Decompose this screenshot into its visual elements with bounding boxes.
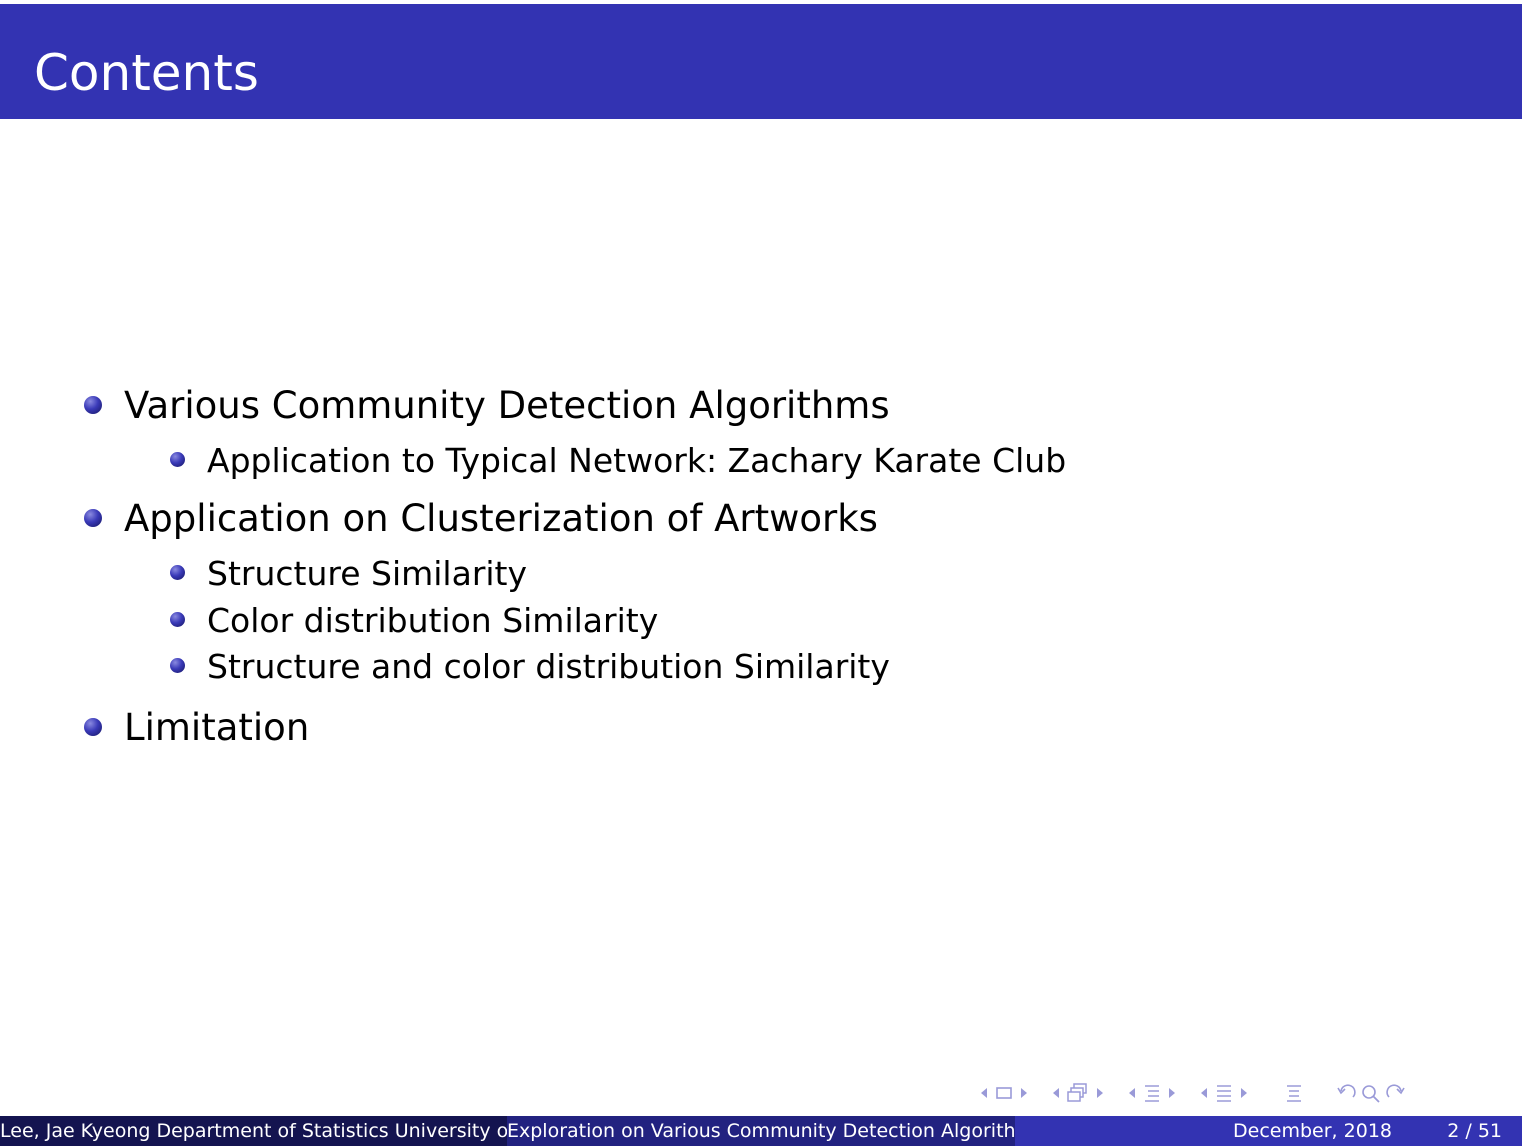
bullet-icon [170,565,185,580]
nav-next-subsection-icon[interactable] [1163,1083,1181,1103]
bullet-icon [170,658,185,673]
bullet-icon [84,395,102,414]
nav-prev-section-icon[interactable] [1195,1083,1213,1103]
footer-author: Lee, Jae Kyeong Department of Statistics… [0,1120,507,1142]
nav-next-section-icon[interactable] [1235,1083,1253,1103]
toc-item[interactable]: Application on Clusterization of Artwork… [84,497,878,541]
toc-item-label: Application on Clusterization of Artwork… [124,497,878,540]
toc-subitem-label: Color distribution Similarity [207,601,659,640]
nav-back-icon[interactable] [1335,1082,1359,1104]
footer-author-segment: Lee, Jae Kyeong Department of Statistics… [0,1116,507,1146]
nav-frame-icon[interactable] [1065,1082,1091,1104]
nav-search-icon[interactable] [1359,1082,1383,1104]
toc-subitem[interactable]: Structure and color distribution Similar… [170,647,890,687]
nav-prev-subsection-icon[interactable] [1123,1083,1141,1103]
toc-item-label: Various Community Detection Algorithms [124,384,890,427]
toc-subitem-label: Structure and color distribution Similar… [207,647,890,686]
footer-page-number: 2 / 51 [1447,1120,1502,1142]
beamer-navigation [975,1080,1407,1106]
footer: Lee, Jae Kyeong Department of Statistics… [0,1116,1522,1146]
footer-short-title: Exploration on Various Community Detecti… [507,1120,1015,1142]
toc-subitem-label: Application to Typical Network: Zachary … [207,441,1067,480]
bullet-icon [170,452,185,467]
bullet-icon [84,717,102,736]
footer-date: December, 2018 [1233,1120,1392,1142]
nav-prev-slide-icon[interactable] [975,1083,993,1103]
bullet-icon [84,508,102,527]
nav-section-icon[interactable] [1213,1082,1235,1104]
toc-subitem-label: Structure Similarity [207,554,528,593]
footer-date-segment: December, 2018 2 / 51 [1015,1116,1522,1146]
nav-prev-frame-icon[interactable] [1047,1083,1065,1103]
toc-item[interactable]: Various Community Detection Algorithms [84,384,890,428]
toc-subitem[interactable]: Color distribution Similarity [170,601,658,641]
nav-toc-icon[interactable] [1283,1082,1305,1104]
toc-item-label: Limitation [124,706,310,749]
slide: Contents Various Community Detection Alg… [0,0,1522,1148]
contents-list: Various Community Detection Algorithms A… [0,0,1522,1148]
bullet-icon [170,612,185,627]
toc-subitem[interactable]: Application to Typical Network: Zachary … [170,441,1066,481]
nav-slide-icon[interactable] [993,1083,1015,1103]
nav-subsection-icon[interactable] [1141,1082,1163,1104]
toc-subitem[interactable]: Structure Similarity [170,554,527,594]
nav-next-frame-icon[interactable] [1091,1083,1109,1103]
nav-next-slide-icon[interactable] [1015,1083,1033,1103]
toc-item[interactable]: Limitation [84,706,309,750]
footer-title-segment: Exploration on Various Community Detecti… [507,1116,1015,1146]
nav-forward-icon[interactable] [1383,1082,1407,1104]
